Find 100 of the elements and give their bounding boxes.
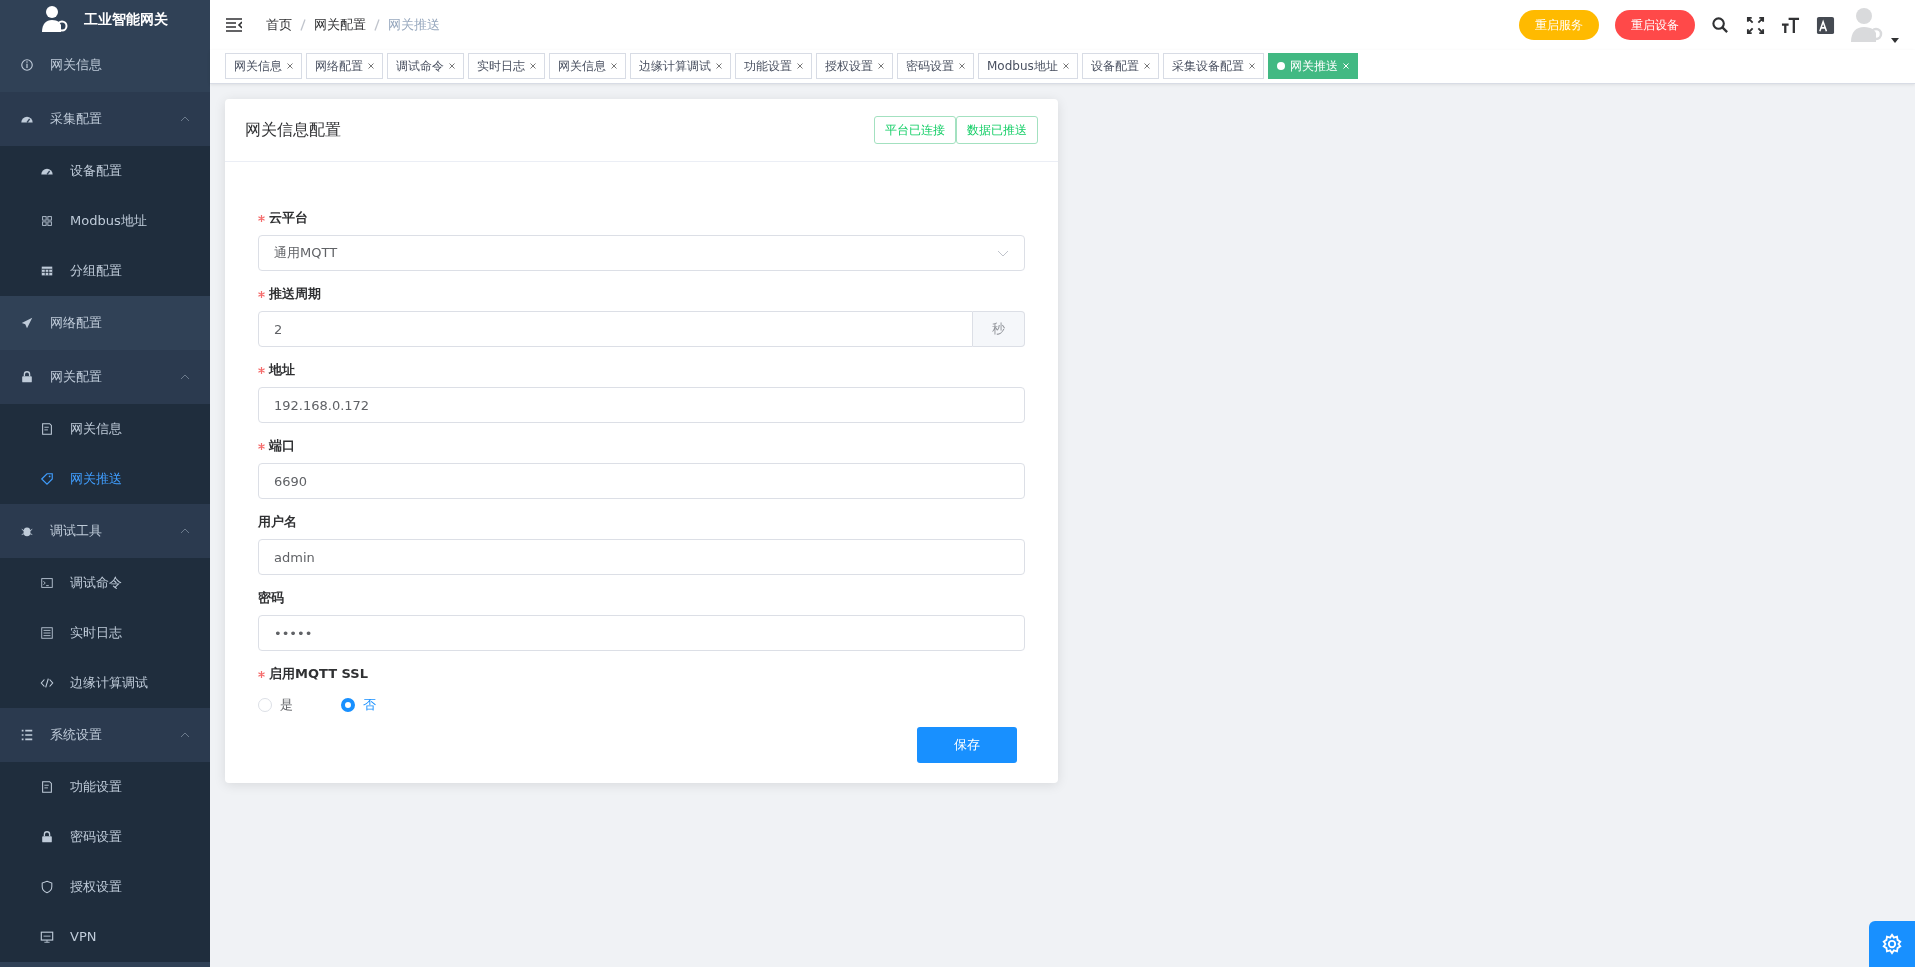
- tab[interactable]: 网关信息: [549, 53, 626, 79]
- tab[interactable]: 功能设置: [735, 53, 812, 79]
- shield-icon: [40, 880, 54, 894]
- field-label: 推送周期: [258, 283, 1025, 305]
- required-icon: [258, 290, 265, 298]
- terminal-icon: [40, 576, 54, 590]
- required-icon: [258, 214, 265, 222]
- field-label: 地址: [258, 359, 1025, 381]
- card-title: 网关信息配置: [245, 119, 341, 141]
- tab[interactable]: 授权设置: [816, 53, 893, 79]
- avatar-icon: [1851, 7, 1883, 43]
- translate-icon: [1816, 15, 1835, 35]
- lock-icon: [20, 370, 34, 384]
- close-icon[interactable]: [368, 63, 374, 69]
- close-icon[interactable]: [716, 63, 722, 69]
- text-size-button[interactable]: [1781, 15, 1800, 35]
- close-icon[interactable]: [287, 63, 293, 69]
- close-icon[interactable]: [1062, 63, 1069, 69]
- required-icon: [258, 670, 265, 678]
- submenu-item[interactable]: 设备配置: [0, 146, 210, 196]
- paper-plane-icon: [20, 316, 34, 330]
- table-icon: [40, 264, 54, 278]
- menu-item[interactable]: 网关配置: [0, 350, 210, 404]
- tag-icon: [40, 472, 54, 486]
- hamburger-button[interactable]: [226, 18, 242, 32]
- search-icon: [1711, 15, 1730, 35]
- tab[interactable]: 网关信息: [225, 53, 302, 79]
- tab[interactable]: 调试命令: [387, 53, 464, 79]
- code-icon: [40, 676, 54, 690]
- submenu-item[interactable]: 功能设置: [0, 762, 210, 812]
- select-field[interactable]: 通用MQTT: [258, 235, 1025, 271]
- tab[interactable]: 网络配置: [306, 53, 383, 79]
- input-field[interactable]: 2: [258, 311, 973, 347]
- user-gear-icon: [42, 5, 68, 33]
- chevron-icon: [180, 116, 190, 122]
- field-label: 用户名: [258, 513, 298, 532]
- submenu-item[interactable]: 实时日志: [0, 608, 210, 658]
- close-icon[interactable]: [959, 63, 965, 69]
- search-button[interactable]: [1711, 15, 1730, 35]
- settings-button[interactable]: [1869, 921, 1915, 967]
- active-dot: [1276, 62, 1285, 70]
- close-icon[interactable]: [1143, 63, 1150, 69]
- menu-item[interactable]: 系统设置: [0, 708, 210, 762]
- fullscreen-button[interactable]: [1746, 15, 1765, 35]
- breadcrumb-link[interactable]: 首页: [266, 15, 292, 35]
- input-field[interactable]: •••••: [258, 615, 1025, 651]
- tab[interactable]: 采集设备配置: [1162, 53, 1264, 79]
- tab[interactable]: 设备配置: [1081, 53, 1159, 79]
- close-icon[interactable]: [878, 63, 884, 69]
- menu-icon: [226, 18, 242, 32]
- chevron-icon: [180, 374, 190, 380]
- required-icon: [258, 366, 265, 374]
- close-icon[interactable]: [530, 63, 536, 69]
- document-icon: [40, 780, 54, 794]
- submenu-item[interactable]: 调试命令: [0, 558, 210, 608]
- field-label: 密码: [258, 589, 285, 608]
- radio-option[interactable]: 是: [258, 695, 293, 715]
- submenu-item[interactable]: 边缘计算调试: [0, 658, 210, 708]
- field-label: 启用MQTT SSL: [258, 663, 1025, 685]
- submenu-item[interactable]: Modbus地址: [0, 196, 210, 246]
- input-field[interactable]: admin: [258, 539, 1025, 575]
- tab[interactable]: Modbus地址: [978, 53, 1078, 79]
- monitor-icon: [40, 930, 54, 944]
- submenu-item[interactable]: VPN: [0, 912, 210, 962]
- chevron-icon: [180, 732, 190, 738]
- chevron-icon: [180, 528, 190, 534]
- translate-button[interactable]: [1816, 15, 1835, 35]
- menu-item[interactable]: 采集配置: [0, 92, 210, 146]
- info-icon: [20, 58, 34, 72]
- close-icon[interactable]: [449, 63, 455, 69]
- tab[interactable]: 边缘计算调试: [630, 53, 731, 79]
- submenu-item[interactable]: 授权设置: [0, 862, 210, 912]
- input-field[interactable]: 6690: [258, 463, 1025, 499]
- text-size-icon: [1781, 15, 1800, 35]
- document-icon: [40, 422, 54, 436]
- fullscreen-icon: [1746, 15, 1765, 35]
- tab[interactable]: 实时日志: [468, 53, 545, 79]
- slash-icon: [374, 19, 380, 31]
- list-icon: [40, 626, 54, 640]
- breadcrumb-link[interactable]: 网关配置: [314, 15, 366, 35]
- chevron-down-icon: [997, 249, 1009, 257]
- close-icon[interactable]: [797, 63, 803, 69]
- submenu-item[interactable]: 密码设置: [0, 812, 210, 862]
- tab[interactable]: 密码设置: [897, 53, 974, 79]
- submenu-item[interactable]: 网关信息: [0, 404, 210, 454]
- input-field[interactable]: 192.168.0.172: [258, 387, 1025, 423]
- close-icon[interactable]: [611, 63, 617, 69]
- slash-icon: [300, 19, 306, 31]
- unit-label: 秒: [972, 311, 1025, 347]
- status-tag: 数据已推送: [956, 116, 1038, 144]
- radio-button[interactable]: [341, 697, 355, 712]
- submenu-item[interactable]: 网关推送: [0, 454, 210, 504]
- status-tag: 平台已连接: [874, 116, 956, 144]
- list-icon: [20, 728, 34, 742]
- grid-icon: [40, 214, 54, 228]
- required-icon: [258, 442, 265, 450]
- field-label: 云平台: [258, 207, 1025, 229]
- menu-item[interactable]: 调试工具: [0, 504, 210, 558]
- close-icon[interactable]: [1248, 63, 1255, 69]
- submenu-item[interactable]: 分组配置: [0, 246, 210, 296]
